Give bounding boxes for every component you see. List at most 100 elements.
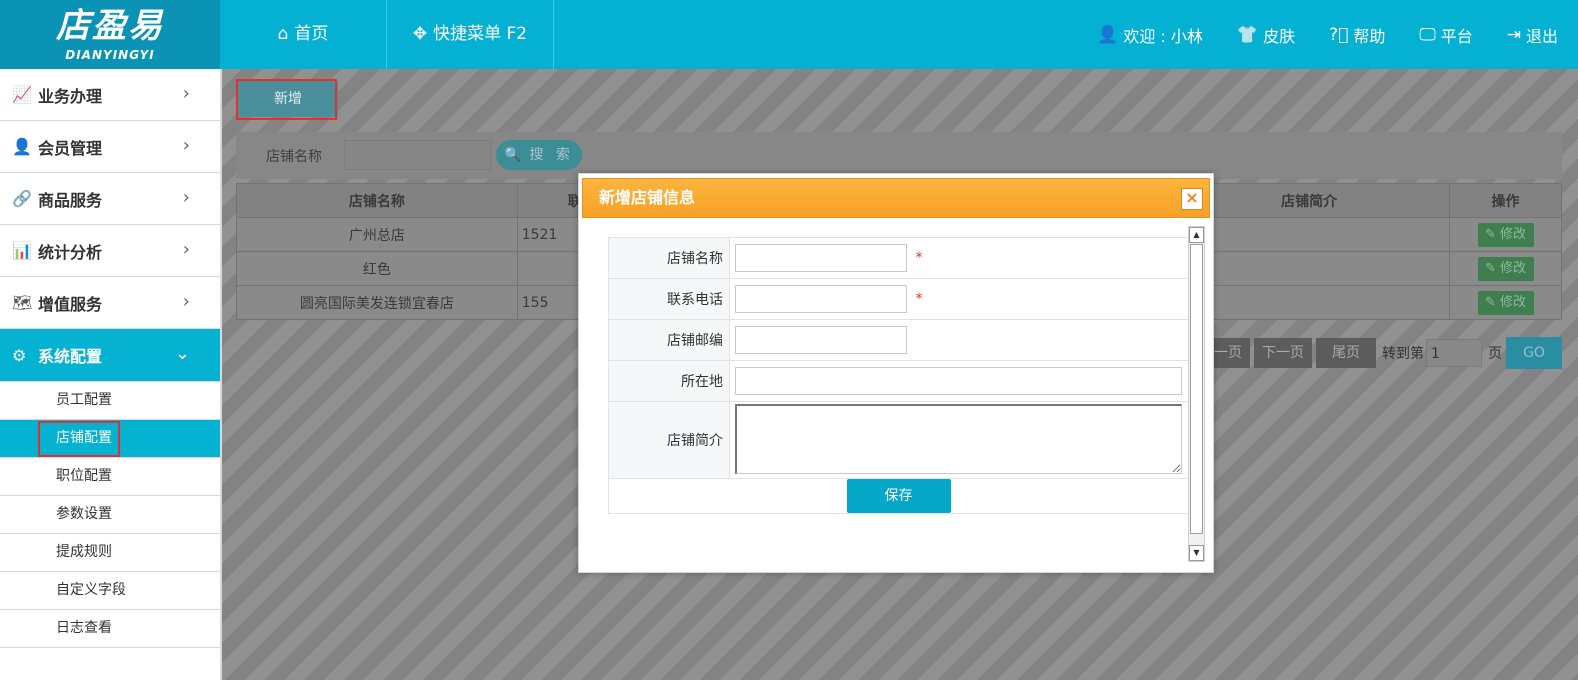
search-button-label: 搜 索	[529, 147, 574, 163]
settings-icon: ⚙	[12, 345, 27, 365]
cell-store-name: 红色	[236, 251, 518, 286]
edit-button-label: 修改	[1500, 294, 1527, 310]
nav-quick-menu[interactable]: ✥ 快捷菜单 F2	[387, 0, 554, 69]
address-label: 所在地	[608, 360, 730, 402]
cell-action: ✎ 修改	[1449, 217, 1562, 252]
search-bar: 店铺名称 🔍 搜 索	[236, 132, 1562, 179]
chevron-right-icon: ›	[182, 291, 190, 312]
skin-label: 皮肤	[1263, 26, 1296, 46]
platform-label: 平台	[1440, 26, 1473, 46]
form-row: 保存	[608, 478, 1189, 514]
store-form: 店铺名称 * 联系电话 * 店铺邮编 所在地 店铺简介 保存	[608, 237, 1189, 514]
add-store-dialog: 新增店铺信息 × 店铺名称 * 联系电话 * 店铺邮编 所在地 店铺简介 保存 …	[578, 173, 1214, 573]
scroll-down-icon[interactable]: ▼	[1189, 545, 1204, 561]
dialog-title: 新增店铺信息	[599, 188, 696, 207]
menu-goods[interactable]: 🔗 商品服务 ›	[0, 173, 220, 225]
welcome-label: 欢迎 : 小林	[1123, 26, 1203, 46]
tshirt-icon: 👕	[1236, 24, 1259, 45]
help-icon: ?⃝	[1329, 24, 1349, 45]
menu-business-label: 业务办理	[38, 86, 103, 106]
menu-stats[interactable]: 📊 统计分析 ›	[0, 225, 220, 277]
chevron-down-icon: ⌄	[174, 343, 190, 364]
sidebar-item-commission-rules[interactable]: 提成规则	[0, 534, 220, 572]
form-row: 联系电话 *	[608, 278, 1189, 320]
sidebar-item-store-config[interactable]: 店铺配置	[0, 420, 220, 458]
nav-home[interactable]: ⌂ 首页	[220, 0, 387, 69]
monitor-icon: 🖵	[1419, 24, 1436, 45]
zip-label: 店铺邮编	[608, 319, 730, 361]
zip-field[interactable]	[735, 326, 907, 354]
sidebar: 📈 业务办理 › 👤 会员管理 › 🔗 商品服务 › 📊 统计分析 › 🗺 增值…	[0, 69, 222, 680]
menu-value-added-label: 增值服务	[38, 294, 103, 314]
required-mark: *	[915, 249, 923, 266]
form-row: 店铺邮编	[608, 319, 1189, 361]
menu-system-config-label: 系统配置	[38, 347, 103, 366]
intro-label: 店铺简介	[608, 401, 730, 479]
chevron-right-icon: ›	[182, 187, 190, 208]
required-mark: *	[915, 290, 923, 307]
logout-button[interactable]: ⇥ 退出	[1507, 23, 1558, 47]
address-field[interactable]	[735, 367, 1182, 395]
sidebar-item-parameter-settings[interactable]: 参数设置	[0, 496, 220, 534]
skin-button[interactable]: 👕 皮肤	[1237, 23, 1295, 47]
form-row: 所在地	[608, 360, 1189, 402]
page-number-input[interactable]: 1	[1426, 339, 1482, 367]
intro-textarea[interactable]	[735, 404, 1182, 474]
close-icon[interactable]: ×	[1181, 188, 1203, 210]
next-page-button[interactable]: 下一页	[1254, 338, 1312, 368]
menu-goods-label: 商品服务	[38, 190, 103, 210]
menu-system-config[interactable]: ⚙ 系统配置 ⌄	[0, 329, 220, 382]
sidebar-item-log-view[interactable]: 日志查看	[0, 610, 220, 648]
phone-label: 联系电话	[608, 278, 730, 320]
goods-icon: 🔗	[12, 189, 32, 208]
nav-home-label: 首页	[294, 24, 329, 44]
move-icon: ✥	[412, 24, 428, 44]
search-button[interactable]: 🔍 搜 索	[496, 140, 582, 170]
help-button[interactable]: ?⃝ 帮助	[1329, 23, 1385, 47]
top-right-nav: 👤 欢迎 : 小林 👕 皮肤 ?⃝ 帮助 🖵 平台 ⇥ 退出	[1063, 0, 1558, 69]
cell-store-name: 广州总店	[236, 217, 518, 252]
home-icon: ⌂	[277, 24, 289, 44]
logo: 店盈易 DIANYINGYI	[0, 0, 220, 69]
sidebar-item-custom-fields[interactable]: 自定义字段	[0, 572, 220, 610]
platform-button[interactable]: 🖵 平台	[1419, 23, 1472, 47]
menu-stats-label: 统计分析	[38, 242, 103, 262]
goto-label: 转到第	[1382, 346, 1424, 362]
edit-button-label: 修改	[1500, 226, 1527, 242]
scroll-up-icon[interactable]: ▲	[1189, 227, 1204, 243]
top-bar: 店盈易 DIANYINGYI ⌂ 首页 ✥ 快捷菜单 F2 👤 欢迎 : 小林 …	[0, 0, 1578, 69]
menu-value-added[interactable]: 🗺 增值服务 ›	[0, 277, 220, 329]
menu-member-label: 会员管理	[38, 138, 103, 158]
business-icon: 📈	[12, 85, 32, 104]
last-page-button[interactable]: 尾页	[1316, 338, 1376, 368]
welcome-user[interactable]: 👤 欢迎 : 小林	[1097, 23, 1203, 47]
store-name-field[interactable]	[735, 244, 907, 272]
search-label: 店铺名称	[266, 149, 322, 165]
search-input[interactable]	[344, 140, 492, 170]
map-icon: 🗺	[12, 293, 33, 312]
column-header: 店铺名称	[236, 183, 518, 218]
page-unit-label: 页	[1488, 346, 1502, 362]
stats-icon: 📊	[12, 241, 32, 260]
dialog-scrollbar[interactable]: ▲ ▼	[1188, 226, 1205, 562]
go-button[interactable]: GO	[1506, 337, 1562, 369]
pagination: 一页 下一页 尾页 转到第 1 页 GO	[1202, 337, 1562, 369]
edit-button[interactable]: ✎ 修改	[1477, 222, 1534, 247]
phone-field[interactable]	[735, 285, 907, 313]
nav-quick-menu-label: 快捷菜单 F2	[433, 24, 528, 44]
logo-text: 店盈易	[56, 6, 164, 46]
edit-button[interactable]: ✎ 修改	[1477, 290, 1534, 315]
sidebar-item-position-config[interactable]: 职位配置	[0, 458, 220, 496]
form-row: 店铺简介	[608, 401, 1189, 479]
sidebar-item-staff-config[interactable]: 员工配置	[0, 382, 220, 420]
edit-button[interactable]: ✎ 修改	[1477, 256, 1534, 281]
menu-business[interactable]: 📈 业务办理 ›	[0, 69, 220, 121]
save-button[interactable]: 保存	[846, 479, 951, 513]
scroll-thumb[interactable]	[1190, 244, 1203, 534]
chevron-right-icon: ›	[182, 83, 190, 104]
menu-member[interactable]: 👤 会员管理 ›	[0, 121, 220, 173]
store-name-label: 店铺名称	[608, 237, 730, 279]
search-icon: 🔍	[504, 147, 522, 163]
help-label: 帮助	[1353, 26, 1386, 46]
column-header: 操作	[1449, 183, 1562, 218]
